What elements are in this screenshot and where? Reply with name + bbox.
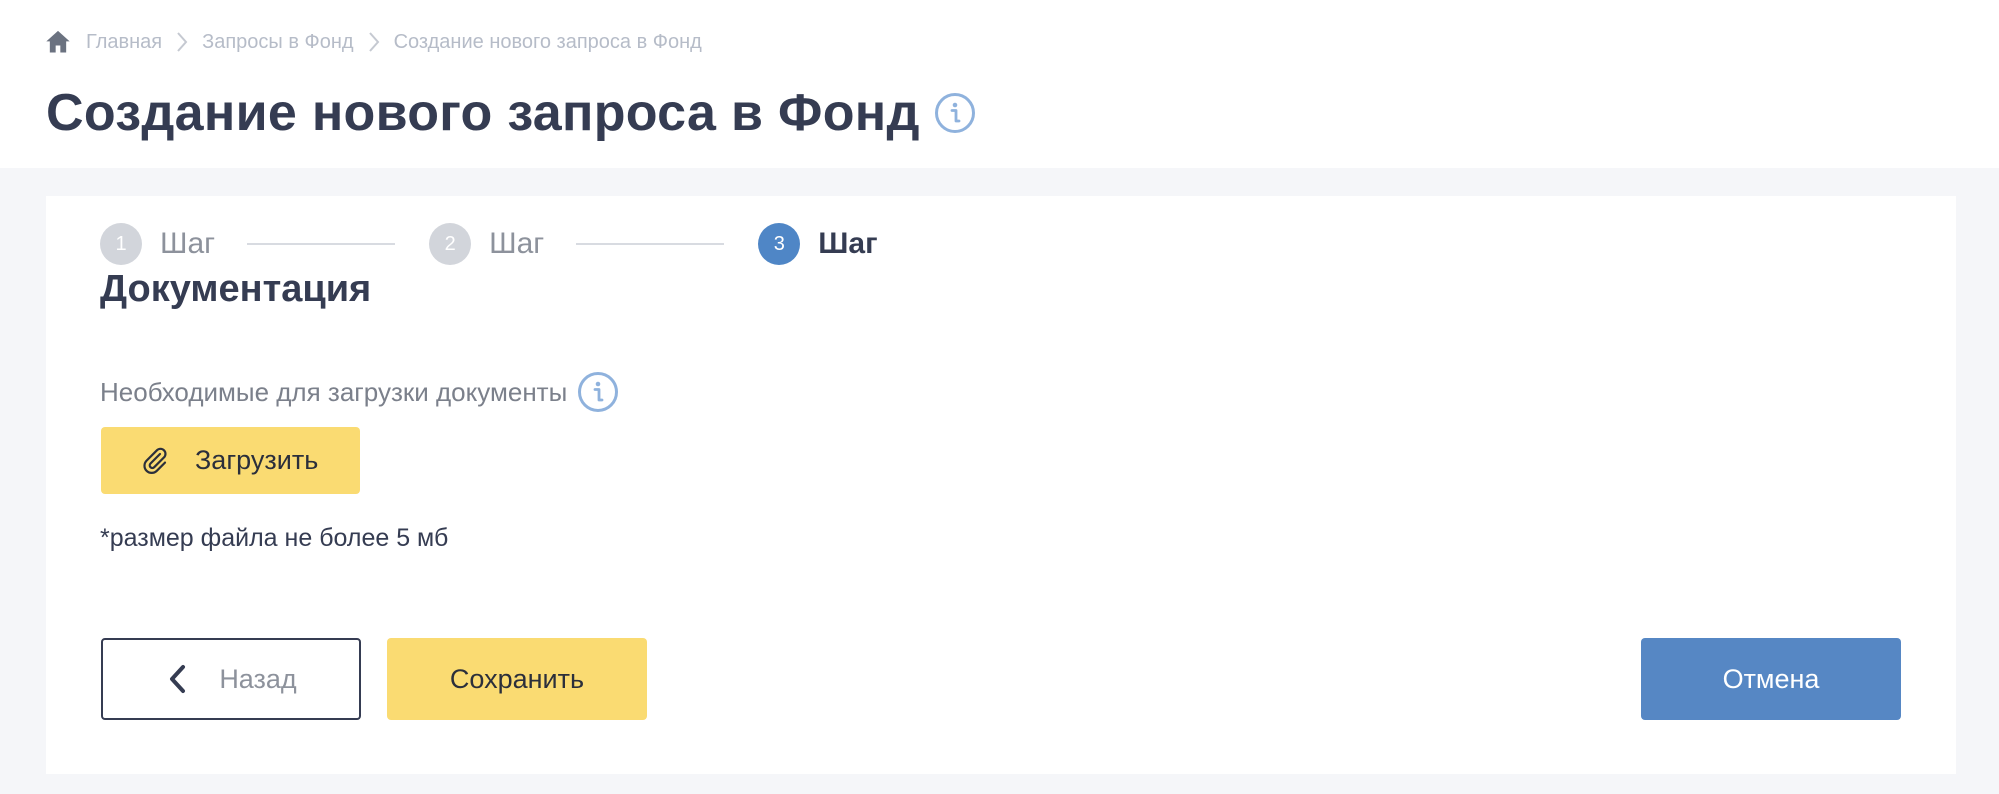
save-button[interactable]: Сохранить [387, 638, 647, 720]
cancel-button[interactable]: Отмена [1641, 638, 1901, 720]
home-icon [46, 30, 70, 53]
step-divider [247, 243, 396, 245]
breadcrumb-home-label: Главная [86, 30, 163, 53]
step-3[interactable]: 3 Шаг [758, 223, 878, 265]
info-icon[interactable] [577, 371, 619, 413]
upload-button[interactable]: Загрузить [101, 427, 360, 494]
page-header: Главная Запросы в Фонд Создание нового з… [0, 0, 1999, 168]
chevron-left-icon [170, 665, 186, 693]
page-title: Создание нового запроса в Фонд [46, 84, 920, 142]
documents-row: Необходимые для загрузки документы [100, 370, 619, 414]
step-1-label: Шаг [160, 227, 216, 260]
file-size-note: *размер файла не более 5 мб [100, 524, 449, 552]
chevron-right-icon [354, 24, 394, 60]
breadcrumb-current: Создание нового запроса в Фонд [393, 30, 702, 53]
step-1[interactable]: 1 Шаг [100, 223, 215, 265]
step-2-number: 2 [429, 223, 472, 265]
documents-label: Необходимые для загрузки документы [100, 376, 568, 407]
step-1-number: 1 [100, 223, 142, 265]
step-divider [576, 243, 725, 245]
cancel-button-label: Отмена [1722, 663, 1820, 694]
breadcrumb-home[interactable]: Главная [44, 28, 162, 56]
step-2[interactable]: 2 Шаг [429, 223, 544, 265]
upload-button-label: Загрузить [195, 445, 319, 475]
step-3-number: 3 [758, 223, 801, 265]
chevron-right-icon [162, 24, 202, 60]
breadcrumb: Главная Запросы в Фонд Создание нового з… [44, 24, 702, 60]
breadcrumb-requests[interactable]: Запросы в Фонд [202, 31, 353, 54]
step-2-label: Шаг [489, 227, 545, 260]
paperclip-icon [143, 447, 167, 474]
page: Главная Запросы в Фонд Создание нового з… [0, 0, 1999, 794]
page-title-row: Создание нового запроса в Фонд [46, 80, 976, 146]
stepper: 1 Шаг 2 Шаг 3 Шаг [100, 222, 878, 266]
save-button-label: Сохранить [449, 663, 585, 694]
section-title: Документация [100, 268, 372, 310]
info-icon[interactable] [934, 92, 976, 134]
back-button[interactable]: Назад [101, 638, 361, 720]
back-button-label: Назад [219, 663, 297, 694]
step-3-label: Шаг [818, 227, 878, 260]
